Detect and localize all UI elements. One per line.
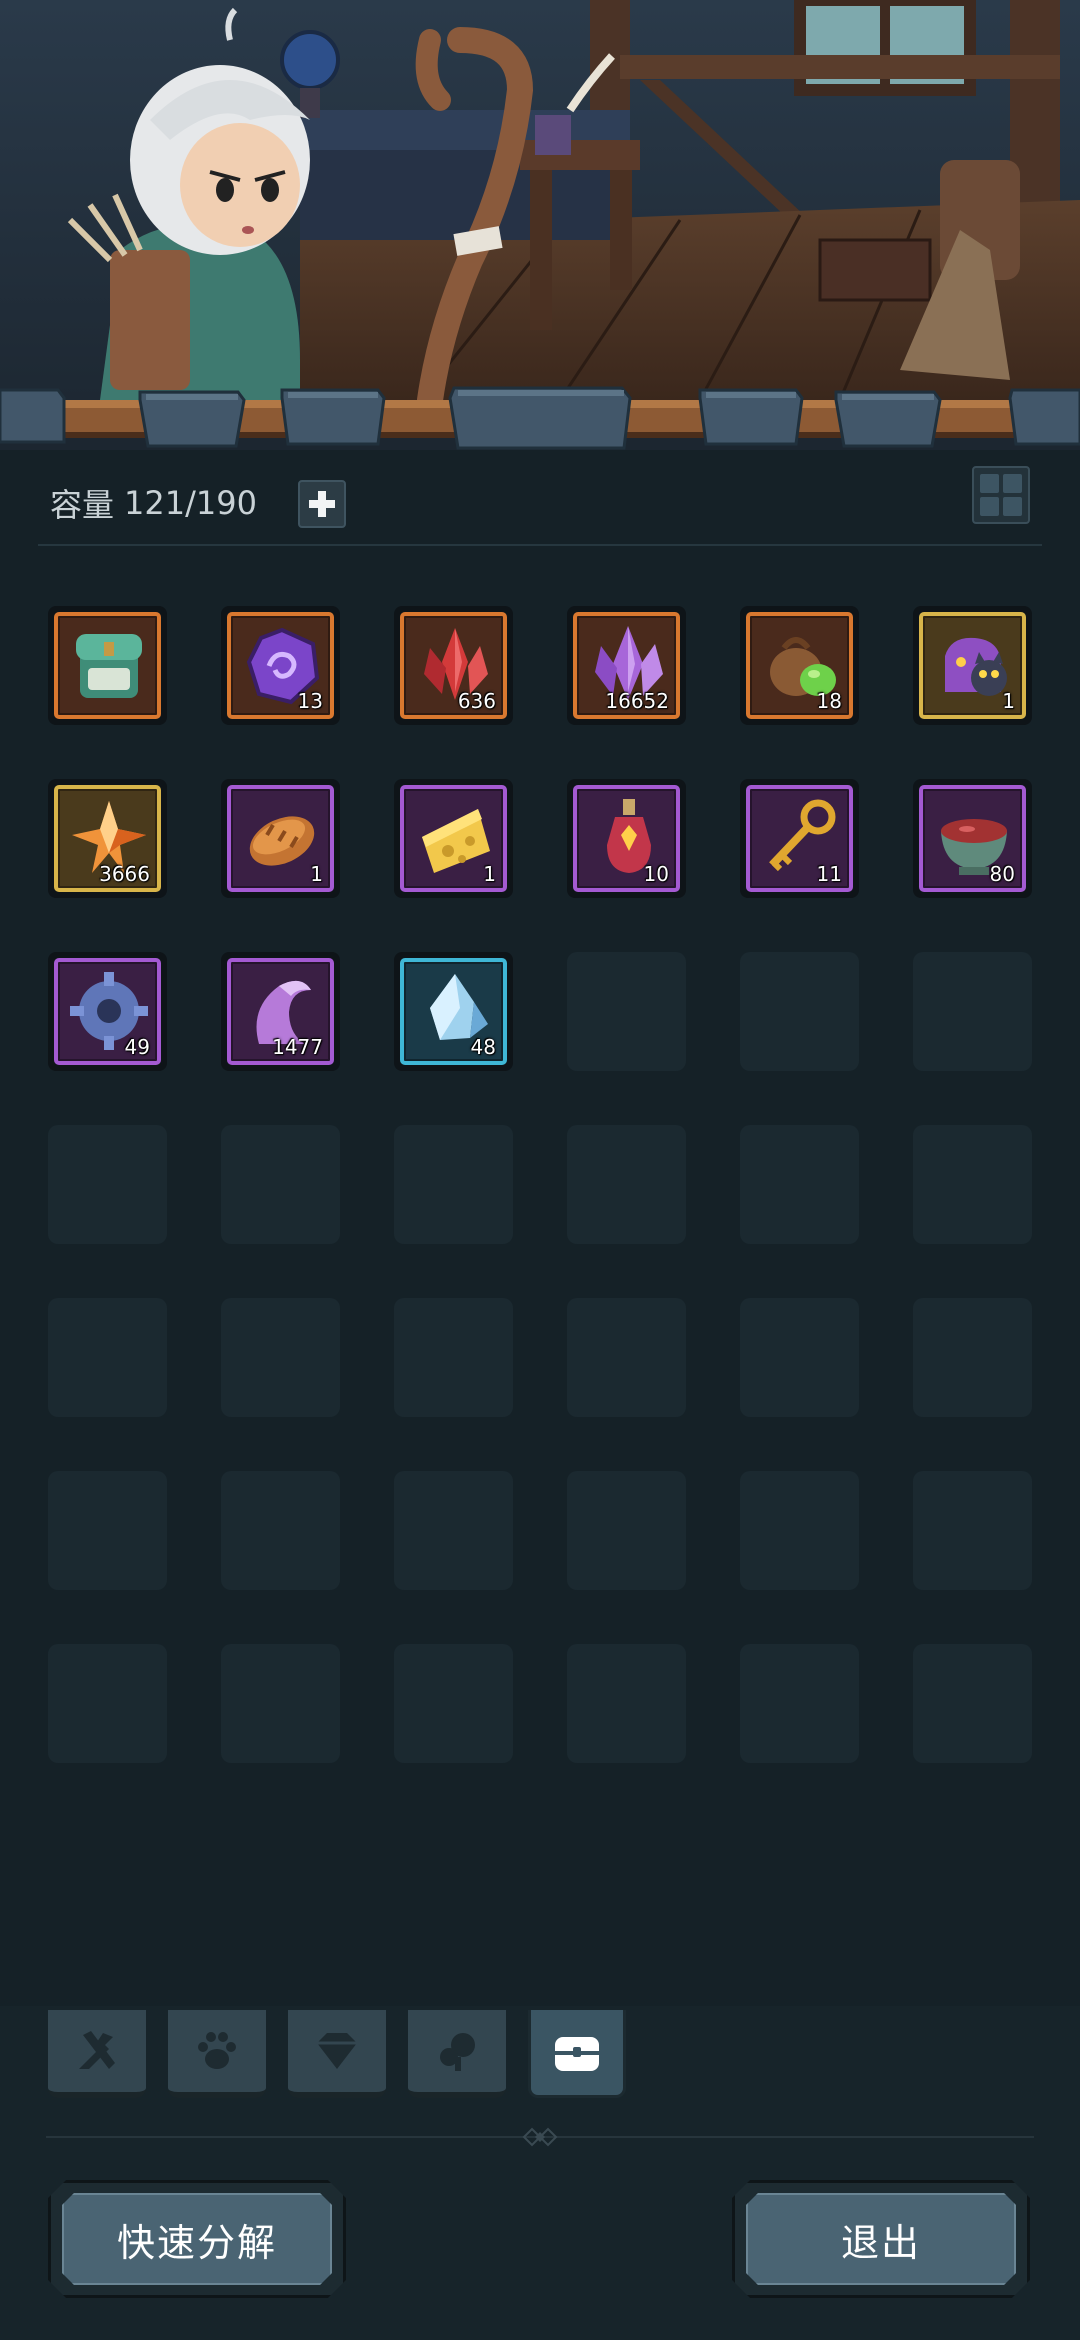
item-rarity-frame: 16652 (573, 612, 680, 719)
inventory-item-slot[interactable]: 3666 (48, 779, 167, 898)
treasure-chest-icon (555, 2036, 599, 2071)
item-rarity-frame: 11 (746, 785, 853, 892)
item-rarity-frame: 13 (227, 612, 334, 719)
empty-inventory-slot[interactable] (567, 1471, 686, 1590)
item-count: 48 (470, 1035, 496, 1059)
empty-inventory-slot[interactable] (221, 1298, 340, 1417)
item-rarity-frame: 10 (573, 785, 680, 892)
divider-ornament-icon (522, 2127, 558, 2147)
empty-inventory-slot[interactable] (221, 1125, 340, 1244)
inventory-item-slot[interactable]: 80 (913, 779, 1032, 898)
inventory-item-slot[interactable]: 16652 (567, 606, 686, 725)
tab-gems[interactable] (288, 2010, 386, 2098)
exit-button[interactable]: 退出 (732, 2180, 1030, 2298)
empty-inventory-slot[interactable] (740, 952, 859, 1071)
empty-inventory-slot[interactable] (48, 1125, 167, 1244)
empty-inventory-slot[interactable] (394, 1298, 513, 1417)
empty-inventory-slot[interactable] (567, 1125, 686, 1244)
item-count: 18 (816, 689, 842, 713)
item-rarity-frame: 1 (227, 785, 334, 892)
empty-inventory-slot[interactable] (394, 1644, 513, 1763)
item-rarity-frame: 49 (54, 958, 161, 1065)
quick-decompose-label: 快速分解 (62, 2193, 332, 2285)
plus-icon (309, 491, 335, 517)
item-count: 3666 (99, 862, 150, 886)
item-count: 49 (124, 1035, 150, 1059)
inventory-item-slot[interactable]: 1 (913, 606, 1032, 725)
item-rarity-frame: 636 (400, 612, 507, 719)
empty-inventory-slot[interactable] (48, 1298, 167, 1417)
item-count: 1 (1002, 689, 1015, 713)
inventory-item-slot[interactable]: 48 (394, 952, 513, 1071)
grid-view-toggle-icon[interactable] (972, 466, 1030, 524)
item-rarity-frame (54, 612, 161, 719)
weapon-tools-icon (79, 2031, 115, 2069)
green-backpack-icon (76, 634, 142, 698)
item-rarity-frame: 1477 (227, 958, 334, 1065)
inventory-item-slot[interactable]: 1477 (221, 952, 340, 1071)
tab-materials[interactable] (408, 2010, 506, 2098)
tab-weapons[interactable] (48, 2010, 146, 2098)
inventory-item-slot[interactable]: 13 (221, 606, 340, 725)
gem-icon (317, 2033, 357, 2069)
empty-inventory-slot[interactable] (48, 1471, 167, 1590)
empty-inventory-slot[interactable] (913, 1644, 1032, 1763)
item-rarity-frame: 48 (400, 958, 507, 1065)
inventory-item-slot[interactable]: 49 (48, 952, 167, 1071)
empty-inventory-slot[interactable] (913, 1471, 1032, 1590)
capacity-display: 容量 121/190 (50, 478, 257, 528)
inventory-item-slot[interactable]: 1 (394, 779, 513, 898)
empty-inventory-slot[interactable] (221, 1644, 340, 1763)
item-rarity-frame: 1 (919, 612, 1026, 719)
stone-plank-divider (0, 386, 1080, 450)
inventory-item-slot[interactable]: 1 (221, 779, 340, 898)
item-rarity-frame: 80 (919, 785, 1026, 892)
category-tabs (48, 2010, 626, 2098)
tab-pets[interactable] (168, 2010, 266, 2098)
empty-inventory-slot[interactable] (740, 1471, 859, 1590)
inventory-item-slot[interactable]: 10 (567, 779, 686, 898)
inventory-grid: 13 636 16652 18 1 3666 1 1 10 11 80 49 1477 48 (48, 606, 1032, 1763)
item-count: 636 (457, 689, 496, 713)
empty-inventory-slot[interactable] (394, 1125, 513, 1244)
empty-inventory-slot[interactable] (913, 1298, 1032, 1417)
capacity-value: 121/190 (124, 484, 257, 522)
paw-icon (198, 2032, 236, 2069)
empty-inventory-slot[interactable] (48, 1644, 167, 1763)
empty-inventory-slot[interactable] (221, 1471, 340, 1590)
inventory-item-slot[interactable]: 18 (740, 606, 859, 725)
item-rarity-frame: 1 (400, 785, 507, 892)
empty-inventory-slot[interactable] (567, 952, 686, 1071)
exit-label: 退出 (746, 2193, 1016, 2285)
item-count: 1 (483, 862, 496, 886)
inventory-item-slot[interactable]: 636 (394, 606, 513, 725)
item-count: 10 (643, 862, 669, 886)
inventory-item-slot[interactable] (48, 606, 167, 725)
empty-inventory-slot[interactable] (394, 1471, 513, 1590)
empty-inventory-slot[interactable] (740, 1125, 859, 1244)
inventory-item-slot[interactable]: 11 (740, 779, 859, 898)
empty-inventory-slot[interactable] (567, 1298, 686, 1417)
empty-inventory-slot[interactable] (913, 952, 1032, 1071)
item-count: 1 (310, 862, 323, 886)
item-count: 16652 (605, 689, 669, 713)
empty-inventory-slot[interactable] (740, 1644, 859, 1763)
empty-inventory-slot[interactable] (740, 1298, 859, 1417)
scene-banner (0, 0, 1080, 450)
empty-inventory-slot[interactable] (913, 1125, 1032, 1244)
attic-scene-illustration (0, 0, 1080, 450)
item-count: 80 (989, 862, 1015, 886)
item-count: 1477 (272, 1035, 323, 1059)
expand-capacity-button[interactable] (298, 480, 346, 528)
header-divider (38, 544, 1042, 546)
item-rarity-frame: 18 (746, 612, 853, 719)
tab-treasure[interactable] (528, 2010, 626, 2098)
shards-icon (440, 2033, 475, 2071)
item-count: 11 (816, 862, 842, 886)
item-rarity-frame: 3666 (54, 785, 161, 892)
empty-inventory-slot[interactable] (567, 1644, 686, 1763)
item-count: 13 (297, 689, 323, 713)
quick-decompose-button[interactable]: 快速分解 (48, 2180, 346, 2298)
capacity-label: 容量 (50, 486, 115, 524)
